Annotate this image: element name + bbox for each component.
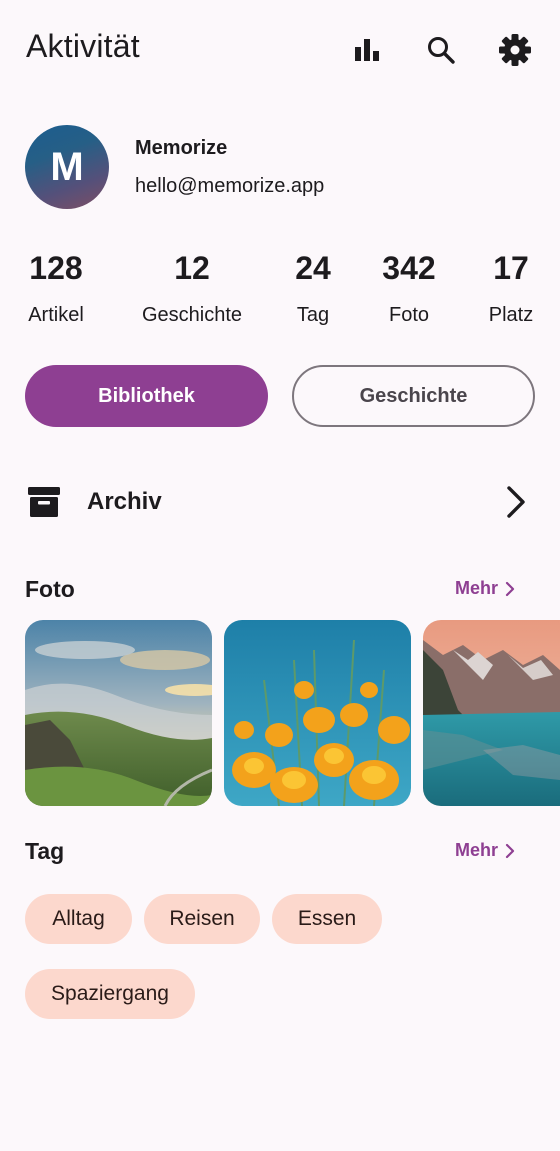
archive-label: Archiv	[87, 488, 162, 515]
stat-articles[interactable]: 128 Artikel	[20, 250, 92, 327]
stats-row: 128 Artikel 12 Geschichte 24 Tag 342 Fot…	[0, 250, 560, 340]
more-label: Mehr	[455, 578, 499, 598]
photos-section-title: Foto	[25, 576, 75, 602]
chevron-right-icon	[505, 843, 515, 858]
stat-stories[interactable]: 12 Geschichte	[132, 250, 252, 327]
tags-section-title: Tag	[25, 838, 65, 864]
stat-value: 24	[295, 250, 331, 286]
stat-value: 342	[382, 250, 436, 286]
stat-label: Tag	[296, 304, 330, 326]
stat-places[interactable]: 17 Platz	[481, 250, 541, 327]
avatar[interactable]: M	[25, 125, 109, 209]
bar-chart-icon[interactable]	[349, 32, 385, 68]
profile-name: Memorize	[135, 137, 228, 159]
tag-chip[interactable]: Essen	[272, 894, 382, 944]
profile-email: hello@memorize.app	[135, 175, 325, 197]
archive-icon	[27, 485, 61, 524]
stat-value: 128	[29, 250, 83, 286]
page-title: Aktivität	[26, 28, 140, 64]
stat-label: Geschichte	[141, 304, 243, 326]
chevron-right-icon	[505, 581, 515, 596]
stat-value: 17	[493, 250, 529, 286]
story-button[interactable]: Geschichte	[292, 365, 535, 427]
chevron-right-icon	[503, 484, 527, 525]
photos-more-link[interactable]: Mehr	[455, 578, 516, 599]
stat-photos[interactable]: 342 Foto	[372, 250, 446, 327]
photo-thumbnail[interactable]	[25, 620, 212, 806]
profile-header: M Memorize hello@memorize.app	[0, 120, 560, 220]
tag-chip[interactable]: Alltag	[25, 894, 132, 944]
top-app-bar: Aktivität	[0, 0, 560, 100]
stat-label: Artikel	[28, 304, 84, 326]
tag-chip[interactable]: Reisen	[144, 894, 260, 944]
stat-label: Foto	[388, 304, 430, 326]
more-label: Mehr	[455, 840, 499, 860]
tag-chip[interactable]: Spaziergang	[25, 969, 195, 1019]
stat-label: Platz	[488, 304, 534, 326]
search-icon[interactable]	[423, 32, 459, 68]
library-button[interactable]: Bibliothek	[25, 365, 268, 427]
archive-row[interactable]: Archiv	[0, 470, 560, 534]
photo-thumbnail[interactable]	[224, 620, 411, 806]
stat-value: 12	[174, 250, 210, 286]
settings-icon[interactable]	[497, 32, 533, 68]
tags-more-link[interactable]: Mehr	[455, 840, 516, 861]
stat-tags[interactable]: 24 Tag	[283, 250, 343, 327]
photo-thumbnail[interactable]	[423, 620, 560, 806]
